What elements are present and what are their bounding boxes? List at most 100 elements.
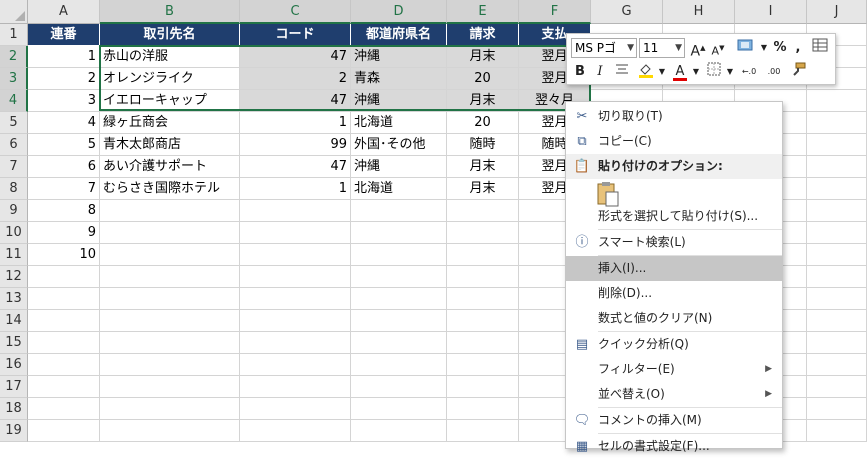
cell[interactable] [807, 288, 867, 310]
cell[interactable] [807, 112, 867, 134]
cell[interactable]: 10 [28, 244, 100, 266]
italic-button[interactable]: I [591, 62, 609, 82]
menu-item-quick-analysis[interactable]: ▤ クイック分析(Q) [566, 332, 782, 357]
cell[interactable] [351, 222, 447, 244]
cell[interactable]: あい介護サポート [100, 156, 240, 178]
cell[interactable]: イエローキャップ [100, 90, 240, 112]
cell[interactable]: 5 [28, 134, 100, 156]
menu-item-paste-special[interactable]: 形式を選択して貼り付け(S)... [566, 204, 782, 229]
row-header-15[interactable]: 15 [0, 332, 28, 354]
cell[interactable] [807, 156, 867, 178]
menu-item-clear-contents[interactable]: 数式と値のクリア(N) [566, 306, 782, 331]
cell[interactable] [447, 354, 519, 376]
cell[interactable] [807, 178, 867, 200]
cell[interactable] [240, 266, 351, 288]
cell[interactable]: 2 [240, 68, 351, 90]
header-cell[interactable]: 請求 [447, 24, 519, 46]
cell[interactable] [807, 354, 867, 376]
column-header-b[interactable]: B [100, 0, 240, 24]
cell[interactable]: 20 [447, 112, 519, 134]
cell[interactable]: 北海道 [351, 112, 447, 134]
cell[interactable]: 随時 [447, 134, 519, 156]
cell[interactable] [240, 222, 351, 244]
row-header-4[interactable]: 4 [0, 90, 28, 112]
cell[interactable] [807, 134, 867, 156]
row-header-11[interactable]: 11 [0, 244, 28, 266]
bold-button[interactable]: B [571, 62, 589, 82]
column-header-e[interactable]: E [447, 0, 519, 24]
cell[interactable]: オレンジライク [100, 68, 240, 90]
column-header-c[interactable]: C [240, 0, 351, 24]
cell[interactable] [240, 376, 351, 398]
cell[interactable] [447, 310, 519, 332]
decrease-decimal-button[interactable]: .00 [763, 62, 785, 82]
cell[interactable] [28, 288, 100, 310]
comma-style-button[interactable]: , [789, 38, 807, 58]
cell[interactable] [807, 222, 867, 244]
cell[interactable]: 1 [28, 46, 100, 68]
cell[interactable] [28, 420, 100, 442]
cell[interactable] [100, 332, 240, 354]
cell[interactable] [240, 244, 351, 266]
select-all-corner[interactable] [0, 0, 28, 24]
row-header-19[interactable]: 19 [0, 420, 28, 442]
cell[interactable] [100, 420, 240, 442]
menu-item-sort[interactable]: 並べ替え(O) ▶ [566, 382, 782, 407]
cell[interactable]: 2 [28, 68, 100, 90]
cell[interactable]: 青木太郎商店 [100, 134, 240, 156]
cell[interactable] [447, 398, 519, 420]
row-header-14[interactable]: 14 [0, 310, 28, 332]
cell[interactable]: 緑ヶ丘商会 [100, 112, 240, 134]
format-painter-icon[interactable] [789, 62, 807, 82]
font-name-box[interactable]: MS Pゴ ▼ [571, 38, 637, 58]
cell[interactable] [100, 200, 240, 222]
cell[interactable] [351, 266, 447, 288]
align-center-icon[interactable] [613, 62, 631, 82]
cell[interactable]: 8 [28, 200, 100, 222]
cell[interactable] [447, 288, 519, 310]
row-header-2[interactable]: 2 [0, 46, 28, 68]
menu-item-insert[interactable]: 挿入(I)... [566, 256, 782, 281]
cell[interactable] [240, 310, 351, 332]
format-table-icon[interactable] [811, 38, 829, 58]
cell[interactable] [807, 266, 867, 288]
cell[interactable]: 1 [240, 112, 351, 134]
cell[interactable] [447, 266, 519, 288]
cell[interactable] [100, 288, 240, 310]
menu-item-cut[interactable]: ✂ 切り取り(T) [566, 104, 782, 129]
cell[interactable] [351, 200, 447, 222]
cell[interactable] [28, 332, 100, 354]
cell[interactable] [447, 332, 519, 354]
cell[interactable] [351, 332, 447, 354]
cell[interactable] [807, 244, 867, 266]
cell[interactable] [807, 200, 867, 222]
row-header-3[interactable]: 3 [0, 68, 28, 90]
column-header-f[interactable]: F [519, 0, 591, 24]
cell[interactable]: 47 [240, 156, 351, 178]
row-header-18[interactable]: 18 [0, 398, 28, 420]
cell[interactable] [100, 354, 240, 376]
cell[interactable] [100, 376, 240, 398]
cell[interactable] [807, 420, 867, 442]
cell[interactable] [351, 288, 447, 310]
cell[interactable] [807, 90, 867, 112]
cell[interactable]: 99 [240, 134, 351, 156]
cell[interactable] [447, 200, 519, 222]
accounting-format-icon[interactable] [733, 38, 757, 58]
menu-item-filter[interactable]: フィルター(E) ▶ [566, 357, 782, 382]
row-header-8[interactable]: 8 [0, 178, 28, 200]
cell[interactable] [240, 420, 351, 442]
row-header-17[interactable]: 17 [0, 376, 28, 398]
cell[interactable]: 月末 [447, 90, 519, 112]
cell[interactable] [28, 266, 100, 288]
cell[interactable] [447, 376, 519, 398]
cell[interactable] [351, 420, 447, 442]
cell[interactable] [28, 398, 100, 420]
cell[interactable] [100, 310, 240, 332]
row-header-5[interactable]: 5 [0, 112, 28, 134]
cell[interactable]: 北海道 [351, 178, 447, 200]
column-header-a[interactable]: A [28, 0, 100, 24]
cell[interactable] [240, 398, 351, 420]
cell[interactable]: 47 [240, 46, 351, 68]
cell[interactable]: 赤山の洋服 [100, 46, 240, 68]
